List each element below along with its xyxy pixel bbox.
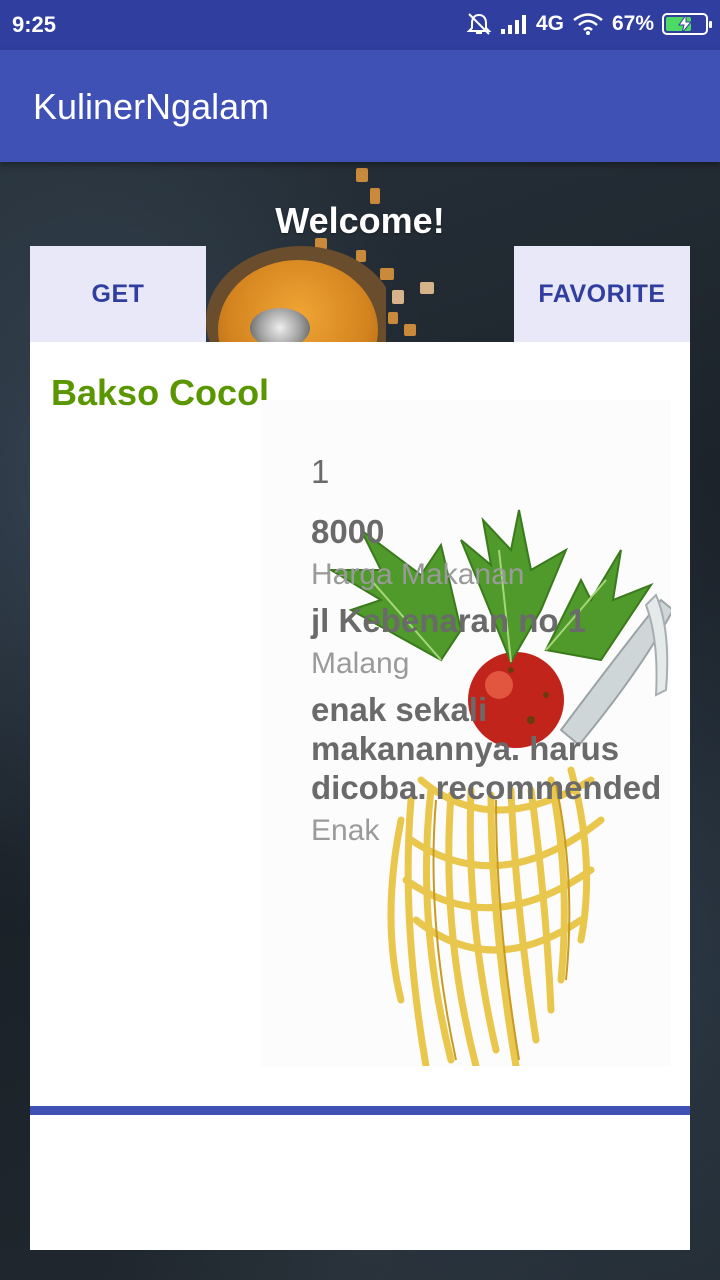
app-bar: KulinerNgalam	[0, 50, 720, 162]
price-label: Harga Makanan	[311, 558, 525, 591]
food-crumb	[392, 290, 404, 304]
food-price: 8000	[311, 513, 385, 550]
food-details: 1 8000 Harga Makanan jl Kebenaran no 1 M…	[311, 452, 681, 857]
status-bar: 9:25 4G 67%	[0, 0, 720, 50]
food-review: enak sekali makanannya. harus dicoba. re…	[311, 691, 662, 806]
food-address: jl Kebenaran no 1	[311, 602, 587, 639]
signal-icon	[500, 13, 528, 35]
food-card[interactable]: Bakso Cocol 1 8000 Harga Makanan jl Kebe…	[30, 342, 690, 1106]
status-icons: 4G 67%	[466, 12, 712, 36]
soup-bowl-image	[206, 246, 386, 342]
next-card-panel[interactable]	[30, 1115, 690, 1250]
favorite-button[interactable]: FAVORITE	[514, 246, 690, 342]
food-crumb	[388, 312, 398, 324]
battery-percent: 67%	[611, 12, 654, 35]
food-rating: Enak	[311, 814, 380, 847]
food-name: Bakso Cocol	[51, 372, 270, 413]
app-title: KulinerNgalam	[33, 86, 270, 127]
food-id: 1	[311, 453, 330, 490]
food-crumb	[420, 282, 434, 294]
charging-bolt-icon	[678, 15, 692, 33]
welcome-heading: Welcome!	[275, 200, 445, 241]
food-crumb	[356, 168, 368, 182]
status-time: 9:25	[12, 12, 57, 37]
food-city: Malang	[311, 647, 410, 680]
wifi-icon	[572, 12, 604, 36]
battery-charging-icon	[662, 13, 712, 35]
mute-icon	[466, 12, 492, 36]
get-button[interactable]: GET	[30, 246, 206, 342]
food-crumb	[404, 324, 416, 336]
network-type: 4G	[535, 12, 564, 35]
card-divider	[30, 1106, 690, 1115]
